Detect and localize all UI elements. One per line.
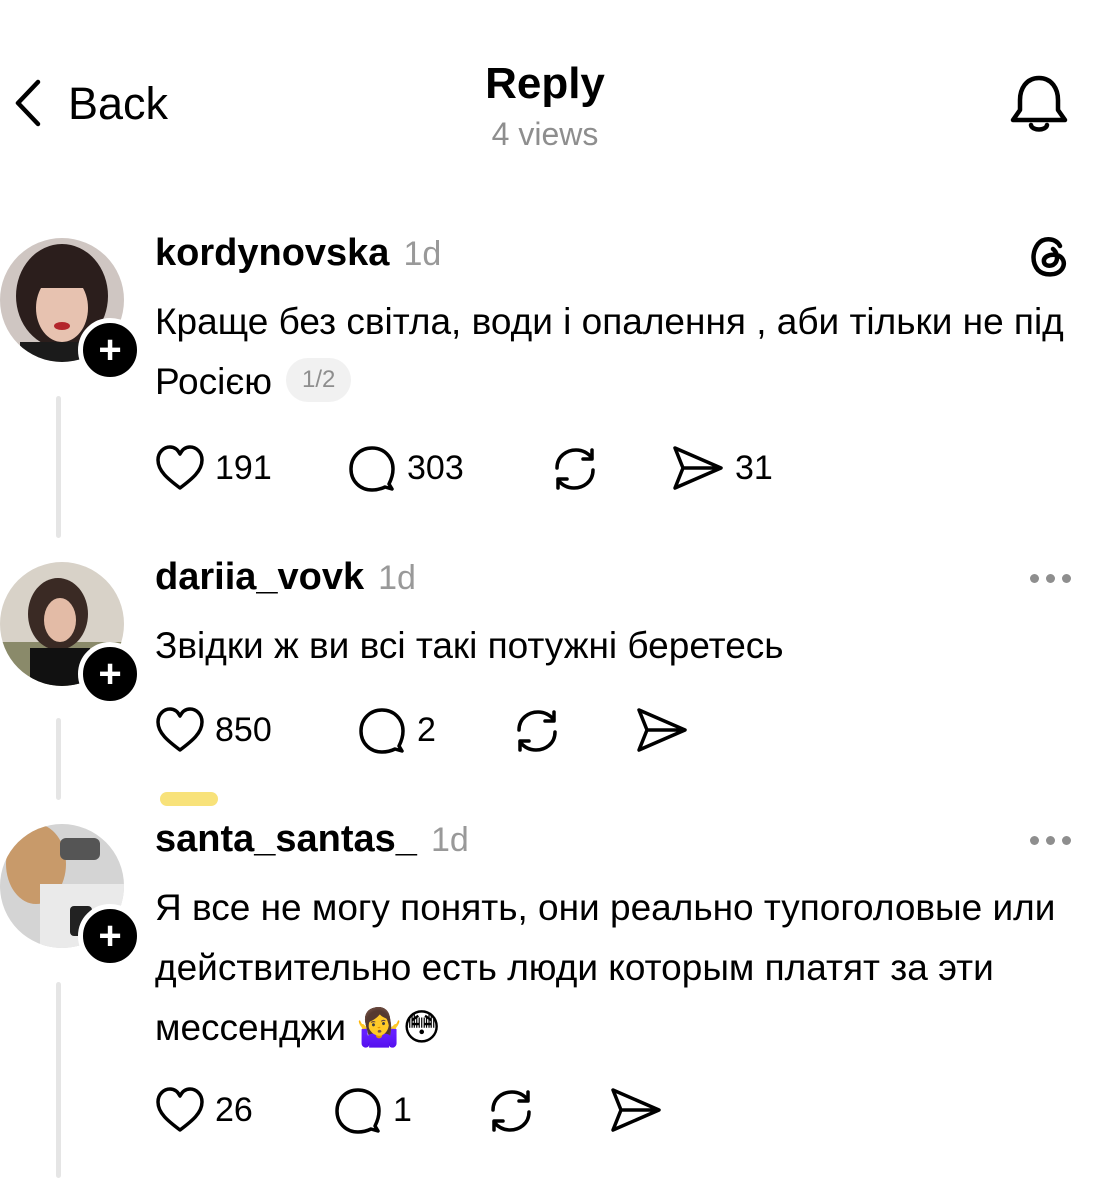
more-options-button[interactable] (1030, 574, 1071, 583)
reply-count: 303 (407, 448, 464, 487)
username[interactable]: santa_santas_ (155, 818, 417, 861)
reply-button[interactable]: 2 (357, 706, 436, 754)
thread-line (56, 982, 61, 1178)
heart-icon (155, 706, 205, 754)
more-dots-icon (1030, 574, 1039, 583)
thread-line (56, 718, 61, 800)
comment-icon (347, 444, 397, 492)
like-button[interactable]: 26 (155, 1086, 253, 1134)
post-time: 1d (378, 559, 416, 597)
repost-icon (511, 706, 563, 756)
notification-button[interactable] (1006, 72, 1072, 143)
threads-logo-icon[interactable] (1026, 232, 1074, 285)
repost-button[interactable] (511, 706, 573, 756)
post-text: Краще без світла, води і опалення , аби … (155, 301, 1064, 403)
post-time: 1d (430, 821, 469, 859)
page-title: Reply (485, 59, 605, 108)
share-count: 31 (735, 448, 773, 487)
repost-button[interactable] (485, 1086, 547, 1136)
username[interactable]: kordynovska (155, 232, 389, 275)
reply-count: 1 (393, 1090, 412, 1129)
like-count: 26 (215, 1090, 253, 1129)
like-count: 191 (215, 448, 272, 487)
share-button[interactable] (635, 706, 699, 754)
highlight-mark (160, 792, 218, 806)
share-button[interactable] (609, 1086, 673, 1134)
repost-button[interactable] (549, 444, 611, 494)
view-count: 4 views (491, 116, 599, 152)
follow-button[interactable]: + (78, 904, 142, 968)
post-text: Я все не могу понять, они реально тупого… (155, 887, 1056, 1048)
heart-icon (155, 1086, 205, 1134)
reply-count: 2 (417, 710, 436, 749)
more-dots-icon (1030, 836, 1039, 845)
heart-icon (155, 444, 205, 492)
follow-button[interactable]: + (78, 642, 142, 706)
thread-pager: 1/2 (285, 358, 352, 403)
repost-icon (485, 1086, 537, 1136)
post-text: Звідки ж ви всі такі потужні беретесь (155, 625, 784, 666)
comment-icon (333, 1086, 383, 1134)
bell-icon (1006, 75, 1072, 142)
repost-icon (549, 444, 601, 494)
send-icon (635, 706, 689, 754)
username[interactable]: dariia_vovk (155, 556, 364, 599)
send-icon (609, 1086, 663, 1134)
reply-button[interactable]: 303 (347, 444, 464, 492)
follow-button[interactable]: + (78, 318, 142, 382)
post-time: 1d (403, 235, 442, 273)
like-count: 850 (215, 710, 272, 749)
send-icon (671, 444, 725, 492)
more-options-button[interactable] (1030, 836, 1071, 845)
share-button[interactable]: 31 (671, 444, 773, 492)
like-button[interactable]: 850 (155, 706, 272, 754)
like-button[interactable]: 191 (155, 444, 272, 492)
comment-icon (357, 706, 407, 754)
thread-line (56, 396, 61, 538)
reply-button[interactable]: 1 (333, 1086, 412, 1134)
